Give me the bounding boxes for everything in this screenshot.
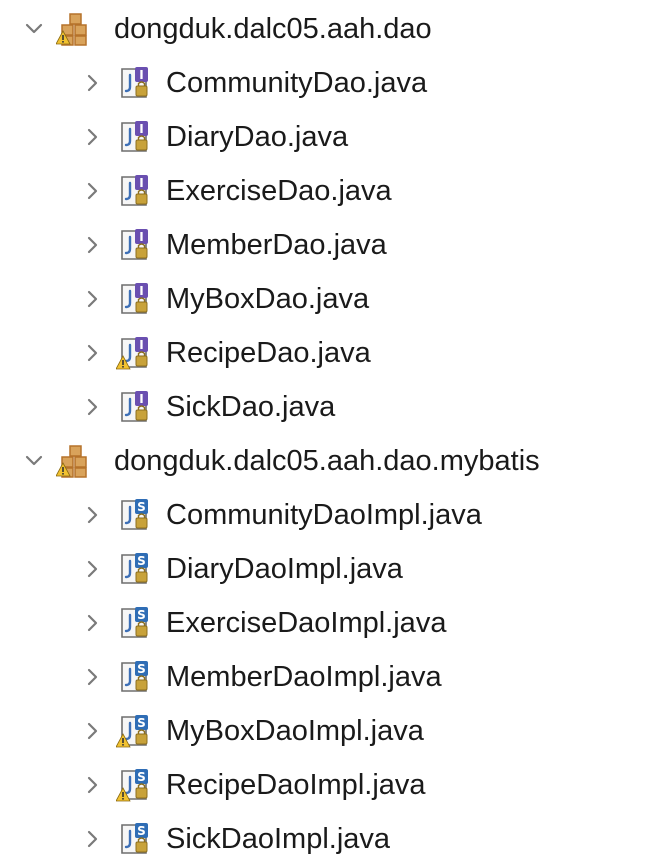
tree-item-file[interactable]: S MemberDaoImpl.java — [0, 650, 657, 704]
java-interface-file-icon: I — [115, 335, 152, 371]
chevron-right-icon[interactable] — [80, 179, 104, 203]
chevron-right-icon[interactable] — [80, 287, 104, 311]
package-explorer-tree: dongduk.dalc05.aah.dao I CommunityDao.java… — [0, 0, 657, 857]
chevron-right-icon[interactable] — [80, 827, 104, 851]
java-interface-file-icon: I — [116, 173, 152, 209]
file-name: SickDaoImpl.java — [166, 822, 391, 855]
svg-text:S: S — [137, 770, 146, 784]
file-name: MemberDaoImpl.java — [166, 660, 442, 693]
svg-text:I: I — [139, 68, 143, 82]
svg-text:S: S — [137, 500, 146, 514]
file-name: ExerciseDaoImpl.java — [166, 606, 447, 639]
chevron-right-icon[interactable] — [80, 719, 104, 743]
package-name: dongduk.dalc05.aah.dao — [114, 12, 432, 45]
package-icon — [55, 443, 92, 479]
chevron-right-icon[interactable] — [80, 71, 104, 95]
tree-item-file[interactable]: I MemberDao.java — [0, 218, 657, 272]
tree-item-file[interactable]: I ExerciseDao.java — [0, 164, 657, 218]
java-interface-file-icon: I — [116, 119, 152, 155]
chevron-right-icon[interactable] — [80, 395, 104, 419]
file-name: RecipeDaoImpl.java — [166, 768, 426, 801]
file-name: CommunityDao.java — [166, 66, 428, 99]
file-name: DiaryDao.java — [166, 120, 349, 153]
file-name: RecipeDao.java — [166, 336, 371, 369]
chevron-down-icon[interactable] — [22, 449, 46, 473]
java-class-file-icon: S — [115, 713, 152, 749]
svg-text:I: I — [139, 284, 143, 298]
file-name: DiaryDaoImpl.java — [166, 552, 403, 585]
java-class-file-icon: S — [116, 551, 152, 587]
file-name: SickDao.java — [166, 390, 336, 423]
file-name: CommunityDaoImpl.java — [166, 498, 482, 531]
svg-text:S: S — [137, 716, 146, 730]
file-name: MemberDao.java — [166, 228, 387, 261]
svg-text:I: I — [139, 122, 143, 136]
svg-text:I: I — [139, 230, 143, 244]
chevron-right-icon[interactable] — [80, 611, 104, 635]
tree-item-file[interactable]: I CommunityDao.java — [0, 56, 657, 110]
tree-item-file[interactable]: I DiaryDao.java — [0, 110, 657, 164]
package-icon — [55, 11, 92, 47]
svg-text:S: S — [137, 824, 146, 838]
chevron-right-icon[interactable] — [80, 503, 104, 527]
tree-item-file[interactable]: S SickDaoImpl.java — [0, 812, 657, 866]
java-class-file-icon: S — [116, 659, 152, 695]
tree-item-file[interactable]: S ExerciseDaoImpl.java — [0, 596, 657, 650]
chevron-right-icon[interactable] — [80, 341, 104, 365]
java-interface-file-icon: I — [116, 227, 152, 263]
tree-item-package[interactable]: dongduk.dalc05.aah.dao.mybatis — [0, 434, 657, 488]
tree-item-file[interactable]: I MyBoxDao.java — [0, 272, 657, 326]
svg-text:I: I — [139, 392, 143, 406]
file-name: ExerciseDao.java — [166, 174, 392, 207]
svg-text:S: S — [137, 554, 146, 568]
tree-item-file[interactable]: S DiaryDaoImpl.java — [0, 542, 657, 596]
file-name: MyBoxDaoImpl.java — [166, 714, 424, 747]
java-class-file-icon: S — [116, 605, 152, 641]
svg-text:S: S — [137, 662, 146, 676]
svg-text:I: I — [139, 338, 143, 352]
tree-item-file[interactable]: S CommunityDaoImpl.java — [0, 488, 657, 542]
chevron-down-icon[interactable] — [22, 17, 46, 41]
chevron-right-icon[interactable] — [80, 773, 104, 797]
java-class-file-icon: S — [116, 821, 152, 857]
tree-item-file[interactable]: I SickDao.java — [0, 380, 657, 434]
java-interface-file-icon: I — [116, 281, 152, 317]
tree-item-file[interactable]: I RecipeDao.java — [0, 326, 657, 380]
chevron-right-icon[interactable] — [80, 233, 104, 257]
java-class-file-icon: S — [115, 767, 152, 803]
tree-item-file[interactable]: S MyBoxDaoImpl.java — [0, 704, 657, 758]
tree-item-package[interactable]: dongduk.dalc05.aah.dao — [0, 2, 657, 56]
chevron-right-icon[interactable] — [80, 125, 104, 149]
chevron-right-icon[interactable] — [80, 665, 104, 689]
tree-item-file[interactable]: S RecipeDaoImpl.java — [0, 758, 657, 812]
chevron-right-icon[interactable] — [80, 557, 104, 581]
java-interface-file-icon: I — [116, 65, 152, 101]
package-name: dongduk.dalc05.aah.dao.mybatis — [114, 444, 540, 477]
java-interface-file-icon: I — [116, 389, 152, 425]
java-class-file-icon: S — [116, 497, 152, 533]
file-name: MyBoxDao.java — [166, 282, 370, 315]
svg-text:I: I — [139, 176, 143, 190]
svg-text:S: S — [137, 608, 146, 622]
